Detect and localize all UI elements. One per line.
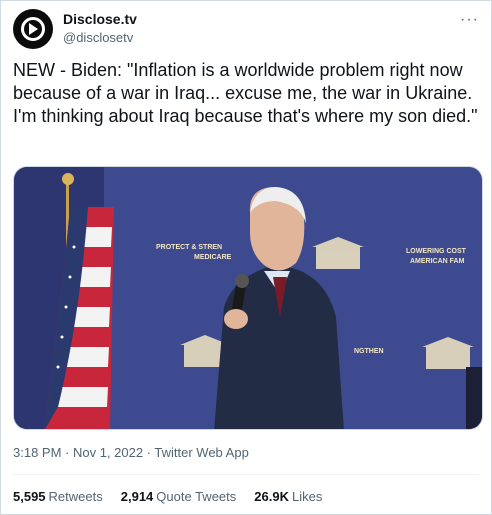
- retweets-count: 5,595: [13, 489, 46, 504]
- backdrop-text: PROTECT & STREN: [156, 244, 222, 251]
- backdrop-text: AMERICAN FAM: [410, 258, 465, 265]
- tweet-header: Disclose.tv @disclosetv ···: [13, 9, 479, 49]
- play-logo-icon: [21, 17, 45, 41]
- stage-edge: [466, 367, 482, 429]
- tweet-video-thumbnail[interactable]: PROTECT & STREN MEDICARE LOWERING COST A…: [13, 166, 483, 430]
- more-options-icon[interactable]: ···: [460, 11, 479, 29]
- backdrop-text: NGTHEN: [354, 348, 384, 355]
- divider: [13, 474, 479, 475]
- quote-tweets-label: Quote Tweets: [156, 489, 237, 504]
- backdrop-text: LOWERING COST: [406, 248, 467, 255]
- backdrop-text: MEDICARE: [194, 254, 232, 261]
- tweet-text: NEW - Biden: "Inflation is a worldwide p…: [13, 60, 478, 126]
- retweets-label: Retweets: [48, 489, 103, 504]
- likes-stat[interactable]: 26.9K Likes: [254, 489, 322, 504]
- tweet-card: Disclose.tv @disclosetv ··· NEW - Biden:…: [0, 0, 492, 515]
- likes-label: Likes: [291, 489, 323, 504]
- quote-tweets-count: 2,914: [120, 489, 154, 504]
- quote-tweets-stat[interactable]: 2,914 Quote Tweets: [121, 489, 237, 504]
- account-name[interactable]: Disclose.tv: [63, 11, 137, 27]
- likes-count: 26.9K: [254, 489, 289, 504]
- retweets-stat[interactable]: 5,595 Retweets: [13, 489, 103, 504]
- avatar[interactable]: [13, 9, 53, 49]
- tweet-timestamp[interactable]: 3:18 PM · Nov 1, 2022 · Twitter Web App: [13, 445, 249, 460]
- account-handle[interactable]: @disclosetv: [63, 30, 133, 45]
- engagement-stats: 5,595 Retweets 2,914 Quote Tweets 26.9K Lik…: [13, 489, 322, 504]
